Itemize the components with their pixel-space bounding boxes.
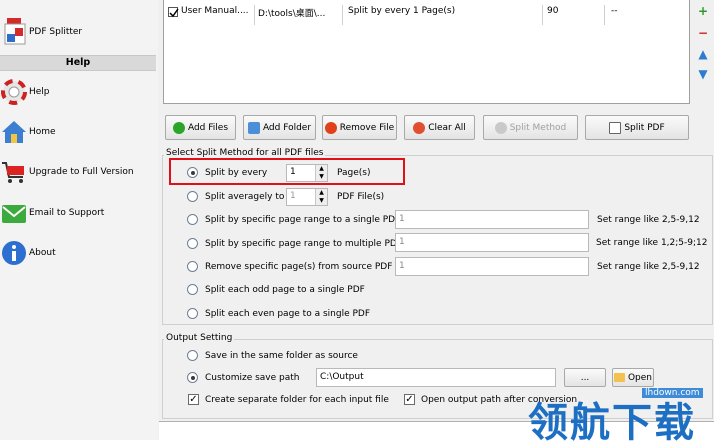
pages-cell: 90 <box>547 6 559 16</box>
split-odd-radio[interactable] <box>187 284 198 295</box>
stepper-value: 1 <box>290 191 296 201</box>
open-after-checkbox[interactable]: ✓ <box>404 394 415 405</box>
range-single-label: Split by specific page range to a single… <box>205 215 401 225</box>
sidebar-item-help[interactable]: Help <box>0 74 156 110</box>
table-row[interactable]: User Manual.... D:\tools\桌面\... Split by… <box>164 3 689 25</box>
remove-icon[interactable]: − <box>697 27 709 39</box>
add-icon <box>172 121 185 134</box>
button-label: Open <box>627 372 653 383</box>
range-single-input[interactable]: 1 <box>395 210 589 229</box>
email-icon <box>2 205 26 223</box>
split-averagely-label: Split averagely to <box>205 192 285 202</box>
remove-file-button[interactable]: Remove File <box>322 115 397 140</box>
pdf-splitter-icon <box>4 18 26 45</box>
clear-icon <box>413 121 426 134</box>
add-folder-button[interactable]: Add Folder <box>243 115 316 140</box>
same-folder-label: Save in the same folder as source <box>205 351 358 361</box>
range-single-hint: Set range like 2,5-9,12 <box>597 215 700 225</box>
split-odd-label: Split each odd page to a single PDF <box>205 285 365 295</box>
same-folder-radio[interactable] <box>187 350 198 361</box>
remove-pages-input[interactable]: 1 <box>395 257 589 276</box>
button-label: Remove File <box>339 122 395 133</box>
watermark-text: 领航下载 <box>528 400 696 446</box>
remove-pages-label: Remove specific page(s) from source PDF <box>205 262 393 272</box>
button-label: Clear All <box>428 122 466 133</box>
split-method-cell: Split by every 1 Page(s) <box>348 6 456 16</box>
remove-pages-hint: Set range like 2,5-9,12 <box>597 262 700 272</box>
separate-folder-checkbox[interactable]: ✓ <box>188 394 199 405</box>
sidebar-item-pdf-splitter[interactable]: PDF Splitter <box>0 14 156 50</box>
split-averagely-radio[interactable] <box>187 191 198 202</box>
info-icon <box>2 241 26 265</box>
gear-icon <box>494 121 507 134</box>
row-checkbox[interactable] <box>168 7 179 18</box>
sidebar-item-label: PDF Splitter <box>29 27 83 37</box>
split-averagely-stepper[interactable]: 1 ▲ ▼ <box>286 188 328 206</box>
sidebar-item-label: About <box>29 248 56 258</box>
split-method-group-title: Select Split Method for all PDF files <box>164 148 326 158</box>
split-method-button[interactable]: Split Method <box>483 115 578 140</box>
home-icon <box>2 121 26 143</box>
customize-path-radio[interactable] <box>187 372 198 383</box>
output-setting-title: Output Setting <box>164 333 235 343</box>
separate-folder-label: Create separate folder for each input fi… <box>205 395 389 405</box>
range-multi-label: Split by specific page range to multiple… <box>205 239 402 249</box>
range-multi-radio[interactable] <box>187 238 198 249</box>
sidebar-item-about[interactable]: About <box>0 235 156 271</box>
watermark-url: lhdown.com <box>642 388 703 398</box>
stepper-arrows[interactable]: ▲ ▼ <box>315 189 327 205</box>
status-cell: -- <box>611 6 618 16</box>
add-icon[interactable]: + <box>697 5 709 17</box>
file-list[interactable]: User Manual.... D:\tools\桌面\... Split by… <box>163 0 690 104</box>
range-single-radio[interactable] <box>187 214 198 225</box>
folder-icon <box>613 373 625 382</box>
button-label: Split Method <box>509 122 567 133</box>
split-pdf-button[interactable]: Split PDF <box>585 115 689 140</box>
sidebar-item-upgrade[interactable]: Upgrade to Full Version <box>0 154 156 190</box>
split-even-label: Split each even page to a single PDF <box>205 309 370 319</box>
customize-path-label: Customize save path <box>205 373 300 383</box>
check-icon <box>169 8 179 18</box>
split-averagely-unit: PDF File(s) <box>337 192 385 202</box>
split-even-radio[interactable] <box>187 308 198 319</box>
sidebar-item-label: Help <box>29 87 50 97</box>
add-files-button[interactable]: Add Files <box>165 115 236 140</box>
sidebar-item-label: Upgrade to Full Version <box>29 167 134 177</box>
watermark: 领航下载 lhdown.com <box>518 382 714 446</box>
move-down-icon[interactable]: ▼ <box>697 68 709 80</box>
sidebar-item-email[interactable]: Email to Support <box>0 195 156 231</box>
shopping-cart-icon <box>2 162 24 183</box>
sidebar-item-label: Home <box>29 127 56 137</box>
sidebar-item-home[interactable]: Home <box>0 114 156 150</box>
button-label: Split PDF <box>624 122 665 133</box>
file-name-cell: User Manual.... <box>181 6 249 16</box>
sidebar: PDF Splitter Help Help Home Upgrade to F… <box>0 0 158 440</box>
clear-all-button[interactable]: Clear All <box>404 115 475 140</box>
button-label: Add Folder <box>262 122 312 133</box>
scissors-icon <box>609 121 622 134</box>
lifebuoy-icon <box>1 79 27 105</box>
file-path-cell: D:\tools\桌面\... <box>258 9 326 19</box>
range-multi-hint: Set range like 1,2;5-9;12 <box>596 238 708 248</box>
move-up-icon[interactable]: ▲ <box>697 48 709 60</box>
range-multi-input[interactable]: 1 <box>395 233 589 252</box>
folder-icon <box>247 121 260 134</box>
highlight-box <box>169 158 405 185</box>
remove-icon <box>324 121 337 134</box>
help-section-header: Help <box>0 55 156 71</box>
sidebar-item-label: Email to Support <box>29 208 105 218</box>
button-label: ... <box>580 372 590 383</box>
remove-pages-radio[interactable] <box>187 261 198 272</box>
button-label: Add Files <box>187 122 229 133</box>
